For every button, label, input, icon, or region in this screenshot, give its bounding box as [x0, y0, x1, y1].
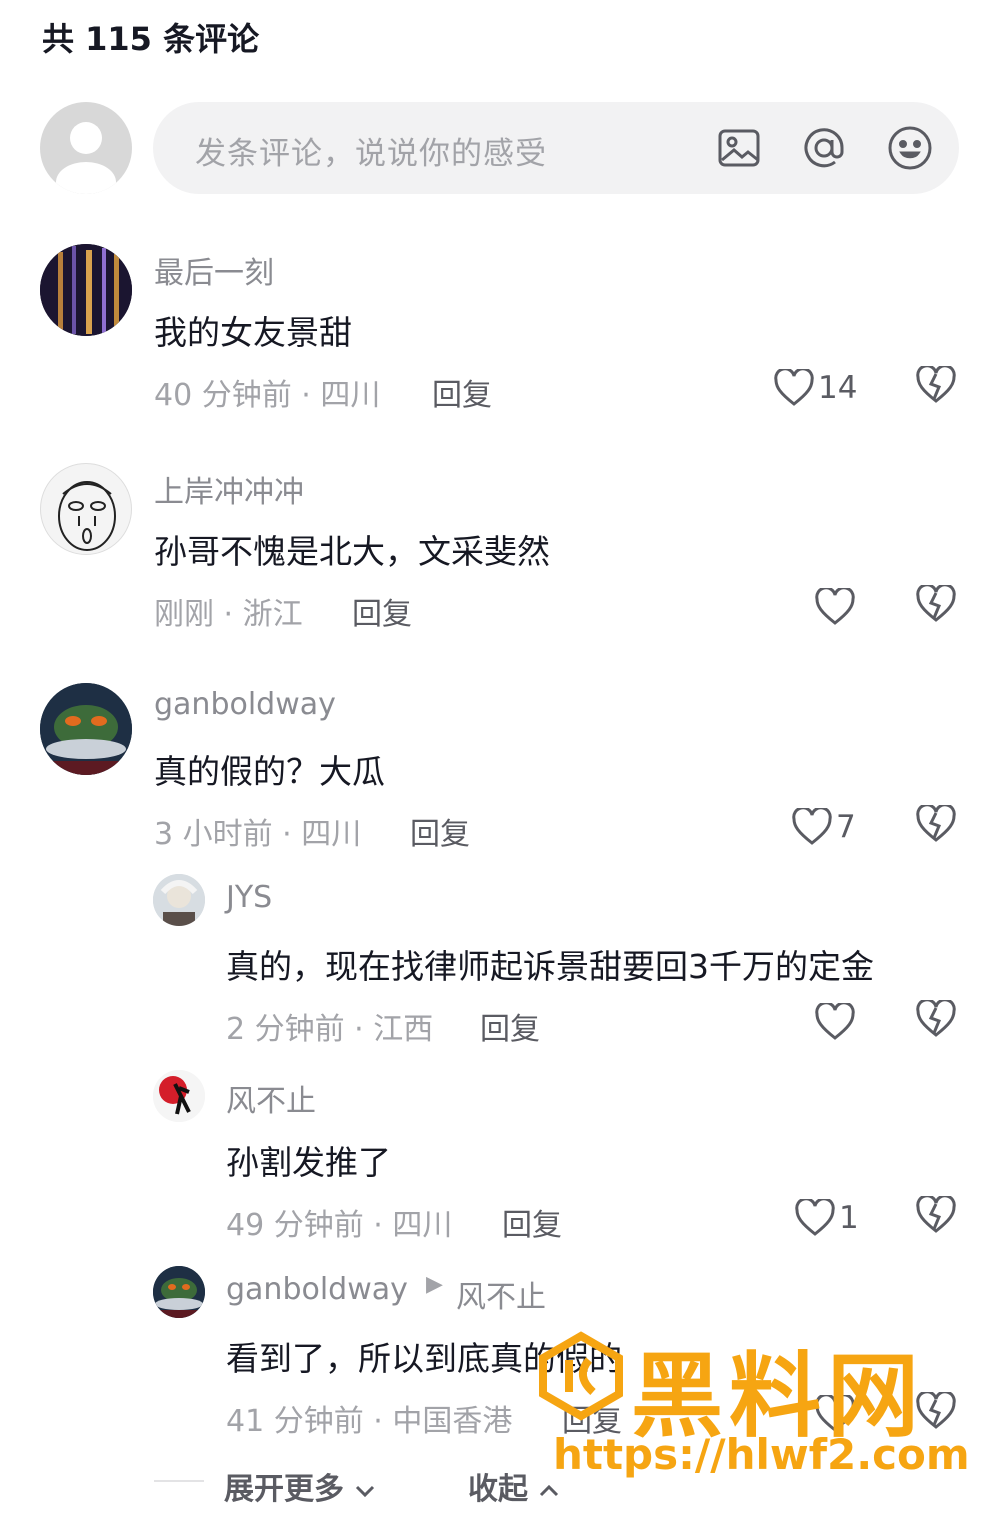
broken-heart-icon: [916, 364, 956, 403]
like-button[interactable]: [815, 1000, 855, 1044]
image-icon[interactable]: [715, 124, 763, 172]
dislike-button[interactable]: [916, 364, 960, 410]
like-count: 14: [818, 370, 858, 406]
dislike-button[interactable]: [916, 803, 960, 849]
reply-meta: 49 分钟前 · 四川: [226, 1208, 453, 1243]
reply-button[interactable]: 回复: [502, 1200, 562, 1244]
reply-button[interactable]: 回复: [562, 1396, 622, 1440]
like-button[interactable]: [815, 1392, 855, 1436]
like-button[interactable]: 7: [792, 805, 856, 849]
comment-text: 孙哥不愧是北大，文采斐然: [154, 532, 550, 571]
reply-button[interactable]: 回复: [352, 589, 412, 633]
user-avatar[interactable]: [40, 683, 132, 775]
heart-icon: [815, 588, 855, 625]
comment-input-placeholder: 发条评论，说说你的感受: [195, 136, 547, 172]
like-button[interactable]: 14: [774, 366, 857, 410]
user-avatar[interactable]: [40, 244, 132, 336]
comment-count-title: 共 115 条评论: [42, 20, 260, 58]
reply-meta: 41 分钟前 · 中国香港: [226, 1404, 513, 1439]
at-icon[interactable]: [800, 124, 848, 172]
comment-meta: 3 小时前 · 四川: [154, 817, 362, 852]
comment-text: 我的女友景甜: [154, 313, 352, 352]
like-count: 1: [839, 1200, 859, 1236]
dislike-button[interactable]: [916, 1194, 960, 1240]
emoji-icon[interactable]: [886, 124, 934, 172]
user-avatar[interactable]: [153, 1070, 205, 1122]
comment-text: 真的假的？大瓜: [154, 752, 385, 791]
reply-to-arrow-icon: ▶: [426, 1272, 443, 1297]
heart-icon: [815, 1003, 855, 1040]
chevron-up-icon: [540, 1484, 559, 1497]
watermark-brand: 黑料网: [631, 1343, 926, 1450]
username[interactable]: JYS: [226, 880, 272, 915]
divider: [154, 1480, 204, 1482]
expand-more-button[interactable]: 展开更多: [224, 1464, 376, 1508]
reply-to-username[interactable]: 风不止: [456, 1272, 546, 1316]
reply-meta: 2 分钟前 · 江西: [226, 1012, 434, 1047]
expand-more-label: 展开更多: [224, 1472, 344, 1507]
heart-icon: [774, 369, 814, 406]
heart-icon: [815, 1395, 855, 1432]
user-avatar[interactable]: [153, 874, 205, 926]
like-count: 7: [836, 809, 856, 845]
reply-text: 看到了，所以到底真的假的: [226, 1339, 622, 1378]
broken-heart-icon: [916, 998, 956, 1037]
reply-button[interactable]: 回复: [432, 370, 492, 414]
broken-heart-icon: [916, 803, 956, 842]
reply-text: 孙割发推了: [226, 1143, 391, 1182]
broken-heart-icon: [916, 583, 956, 622]
chevron-down-icon: [356, 1485, 375, 1498]
username[interactable]: ganboldway: [154, 687, 336, 722]
user-avatar[interactable]: [40, 463, 132, 555]
like-button[interactable]: [815, 585, 855, 629]
reply-text: 真的，现在找律师起诉景甜要回3千万的定金: [226, 947, 874, 986]
collapse-label: 收起: [468, 1472, 528, 1507]
broken-heart-icon: [916, 1390, 956, 1429]
user-avatar[interactable]: [153, 1266, 205, 1318]
broken-heart-icon: [916, 1194, 956, 1233]
dislike-button[interactable]: [916, 1390, 960, 1436]
heart-icon: [795, 1199, 835, 1236]
replies-footer: 展开更多 收起: [0, 1458, 1000, 1508]
dislike-button[interactable]: [916, 583, 960, 629]
username[interactable]: 风不止: [226, 1076, 316, 1120]
comment-input[interactable]: 发条评论，说说你的感受: [153, 102, 959, 194]
like-button[interactable]: 1: [795, 1196, 859, 1240]
heart-icon: [792, 808, 832, 845]
comment-composer: 发条评论，说说你的感受: [40, 102, 960, 194]
reply-button[interactable]: 回复: [480, 1004, 540, 1048]
comment-meta: 刚刚 · 浙江: [154, 597, 303, 632]
collapse-button[interactable]: 收起: [468, 1464, 560, 1508]
username[interactable]: ganboldway: [226, 1272, 408, 1307]
username[interactable]: 上岸冲冲冲: [154, 467, 304, 511]
my-avatar[interactable]: [40, 102, 132, 194]
comment-meta: 40 分钟前 · 四川: [154, 378, 381, 413]
dislike-button[interactable]: [916, 998, 960, 1044]
reply-button[interactable]: 回复: [410, 809, 470, 853]
username[interactable]: 最后一刻: [154, 248, 274, 292]
